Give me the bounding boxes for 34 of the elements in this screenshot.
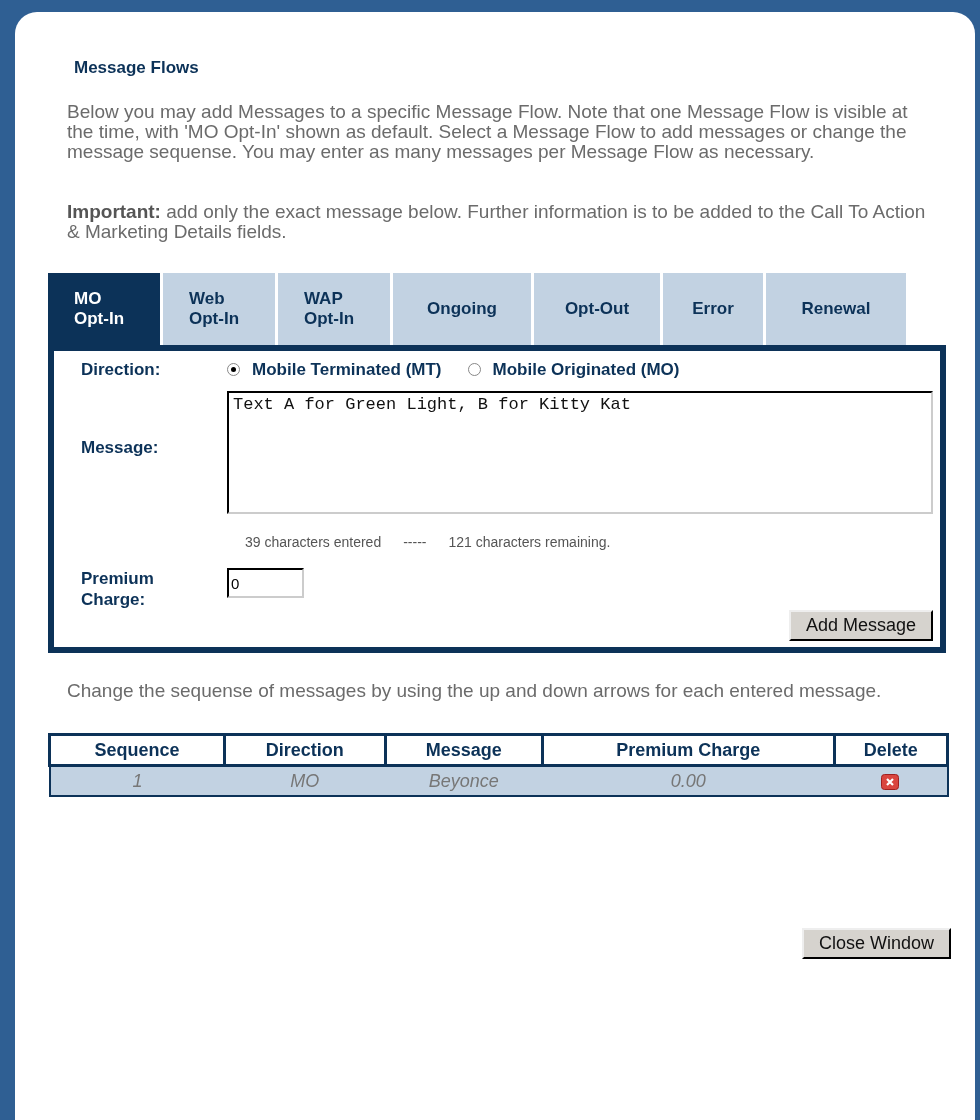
radio-button[interactable] [227,363,240,376]
page-title: Message Flows [74,58,200,78]
message-label: Message: [81,436,160,458]
radio-label[interactable]: Mobile Terminated (MT) [252,359,442,380]
flow-tab[interactable]: Ongoing [393,273,531,345]
direction-label: Direction: [81,359,162,380]
premium-charge-label: Premium Charge: [81,568,155,610]
radio-button[interactable] [467,363,481,376]
table-cell: Beyonce [385,765,543,796]
column-header: Premium Charge [542,734,835,766]
column-header: Message [385,734,543,766]
message-input[interactable]: Text A for Green Light, B for Kitty Kat [227,391,933,514]
add-message-button[interactable]: Add Message [788,610,933,641]
flow-tab[interactable]: WAP Opt-In [278,273,390,345]
counter-text: 39 characters entered [245,534,382,550]
table-cell: MO [224,765,386,796]
premium-charge-input[interactable]: 0 [227,568,304,598]
hint-text: Change the sequense of messages by using the up and down arrows for each entered message. [67,681,883,701]
column-header: Sequence [49,734,225,766]
delete-icon[interactable] [881,773,900,790]
table-cell: 1 [49,765,225,796]
flow-tab[interactable]: Web Opt-In [163,273,275,345]
radio-label[interactable]: Mobile Originated (MO) [492,359,680,380]
flow-tab[interactable]: Opt-Out [534,273,660,345]
important-note: Important: add only the exact message below. Further information is to be added to the Call To Action & Marketing Details fields. [67,202,927,242]
flow-tab[interactable]: Renewal [766,273,906,345]
counter-text: 121 characters remaining. [448,534,611,550]
intro-text: Below you may add Messages to a specific Message Flow. Note that one Message Flow is visible at the time, with 'MO Opt-In' shown as default. Select a Message Flow to add messages or change the message sequense. You may enter as many messages per Message Flow as necessary. [67,102,909,162]
counter-text: ----- [403,534,427,550]
flow-tab[interactable]: MO Opt-In [48,273,160,345]
flow-tab[interactable]: Error [663,273,763,345]
column-header: Direction [224,734,386,766]
close-window-button[interactable]: Close Window [801,928,951,959]
table-cell: 0.00 [542,765,835,796]
